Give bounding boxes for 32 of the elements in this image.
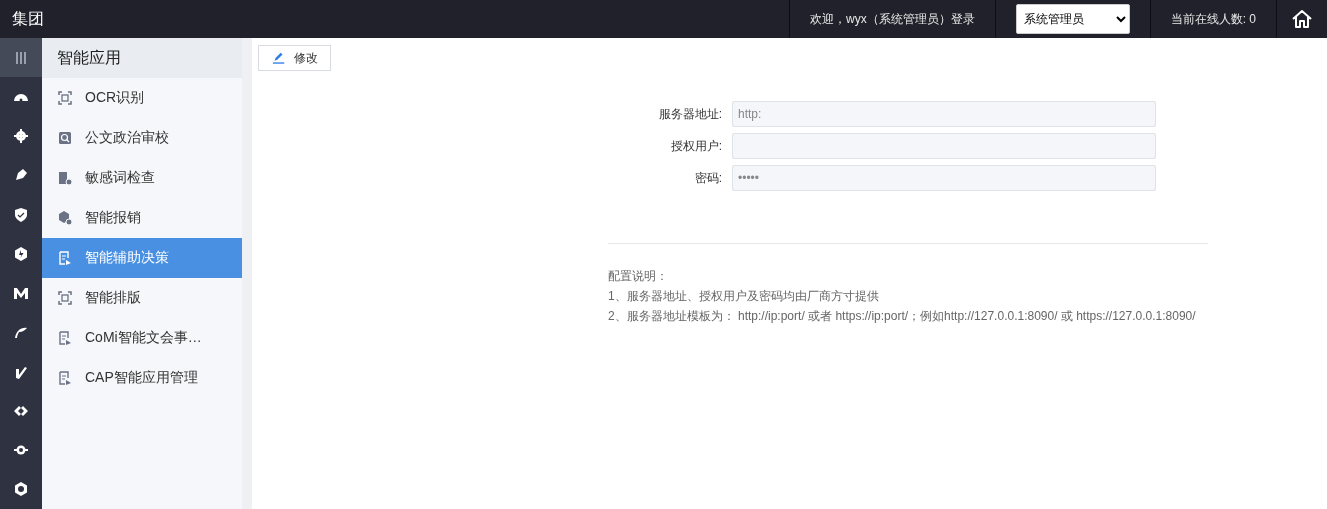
sidebar-item[interactable]: CoMi智能文会事… <box>42 318 242 358</box>
magnifier-icon <box>57 130 73 146</box>
field-label: 授权用户: <box>669 137 723 155</box>
sidebar-title: 智能应用 <box>42 38 242 78</box>
role-select[interactable]: 系统管理员 <box>1015 4 1130 34</box>
edit-button[interactable]: 修改 <box>258 45 331 71</box>
clipboard-icon <box>57 250 73 266</box>
field-label: 密码: <box>693 169 723 187</box>
sidebar-item[interactable]: 智能报销 <box>42 198 242 238</box>
note-text: 配置说明： <box>608 268 669 285</box>
shield-icon <box>13 206 29 223</box>
pencil-icon <box>271 51 286 65</box>
field-label: 服务器地址: <box>657 105 723 123</box>
sidebar-item[interactable]: 敏感词检查 <box>42 158 242 198</box>
clipboard-icon <box>57 370 73 386</box>
note-text: 1、服务器地址、授权用户及密码均由厂商方寸提供 <box>608 288 880 305</box>
home-icon <box>1291 8 1313 30</box>
scan-icon <box>57 90 73 106</box>
clipboard-icon <box>57 330 73 346</box>
note-text: 2、服务器地址模板为： http://ip:port/ 或者 https://ip:port/；例如http://127.0.0.1:8090/ 或 https://127.0.0.1:8090/ <box>608 308 1197 325</box>
input-field[interactable] <box>732 133 1156 159</box>
document-icon <box>57 170 73 186</box>
bolt-icon <box>13 245 29 262</box>
m-logo-icon <box>13 285 29 302</box>
menu-toggle[interactable] <box>0 38 42 78</box>
sidebar-item[interactable]: CAP智能应用管理 <box>42 358 242 398</box>
scan-icon <box>57 290 73 306</box>
sidebar-item[interactable]: 公文政治审校 <box>42 118 242 158</box>
sidebar-item[interactable]: OCR识别 <box>42 78 242 118</box>
sidebar-item[interactable]: 智能排版 <box>42 278 242 318</box>
menu-icon <box>13 49 29 66</box>
app-title: 集团 <box>12 8 44 29</box>
